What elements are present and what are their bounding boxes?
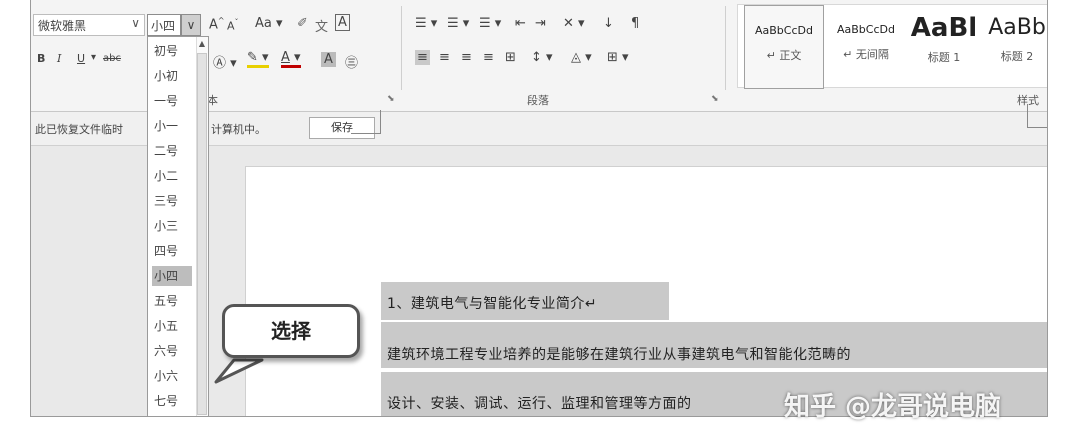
separator: [401, 6, 402, 90]
underline-dropdown-icon[interactable]: ▾: [91, 52, 96, 63]
line-spacing-icon[interactable]: ↕ ▾: [531, 50, 553, 65]
font-size-option[interactable]: 二号: [152, 141, 192, 161]
numbering-icon[interactable]: ☰ ▾: [447, 16, 469, 31]
doc-paragraph-line[interactable]: 建筑环境工程专业培养的是能够在建筑行业从事建筑电气和智能化范畴的: [387, 344, 851, 364]
font-size-combo[interactable]: 小四: [147, 14, 181, 36]
style-heading-2[interactable]: AaBb 标题 2: [982, 5, 1047, 89]
font-size-option[interactable]: 小二: [152, 166, 192, 186]
font-size-option[interactable]: 初号: [152, 41, 192, 61]
font-size-option[interactable]: 七号: [152, 391, 192, 411]
sort-icon[interactable]: ↓: [603, 16, 614, 31]
style-heading-1[interactable]: AaBl 标题 1: [904, 5, 984, 89]
change-case-button[interactable]: Aa ▾: [255, 16, 283, 31]
align-right-icon[interactable]: ≡: [461, 50, 472, 65]
style-name: ↵ 正文: [766, 49, 802, 62]
separator: [725, 6, 726, 90]
style-preview: AaBbCcDd: [755, 24, 813, 37]
chinese-layout-icon[interactable]: ✕ ▾: [563, 16, 585, 31]
shrink-font-button[interactable]: Aˇ: [227, 18, 239, 33]
multilevel-list-icon[interactable]: ☰ ▾: [479, 16, 501, 31]
scrollbar[interactable]: ▲: [196, 37, 208, 416]
italic-button[interactable]: I: [57, 52, 61, 65]
font-size-list: 初号 小初 一号 小一 二号 小二 三号 小三 四号 小四 五号 小五 六号 小…: [147, 36, 209, 416]
bold-button[interactable]: B: [37, 52, 45, 65]
font-size-option[interactable]: 四号: [152, 241, 192, 261]
font-name-combo[interactable]: 微软雅黑 ∨: [33, 14, 145, 36]
scrollbar-thumb[interactable]: [197, 53, 207, 415]
char-shading-icon[interactable]: A: [321, 52, 336, 67]
margin-corner-mark: [351, 110, 381, 134]
info-text: 此已恢复文件临时: [35, 123, 123, 136]
font-name-value: 微软雅黑: [38, 19, 87, 33]
font-size-option[interactable]: 六号: [152, 341, 192, 361]
decrease-indent-icon[interactable]: ⇤: [515, 16, 526, 31]
underline-button[interactable]: U: [77, 52, 85, 65]
watermark: 知乎 @龙哥说电脑: [784, 392, 1002, 422]
text-effects-icon[interactable]: Ⓐ ▾: [213, 52, 237, 71]
borders-icon[interactable]: ⊞ ▾: [607, 50, 629, 65]
font-dialog-launcher-icon[interactable]: ⬊: [387, 94, 395, 104]
grow-font-button[interactable]: A^: [209, 16, 225, 32]
style-normal[interactable]: AaBbCcDd ↵ 正文: [744, 5, 824, 89]
scroll-up-arrow-icon[interactable]: ▲: [197, 39, 207, 51]
align-center-icon[interactable]: ≡: [439, 50, 450, 65]
style-name: ↵ 无间隔: [843, 48, 889, 61]
font-size-option[interactable]: 小六: [152, 366, 192, 386]
font-size-option[interactable]: 三号: [152, 191, 192, 211]
font-size-dropdown-button[interactable]: ∨: [181, 14, 201, 36]
style-name: 标题 1: [927, 51, 961, 64]
clear-format-icon[interactable]: ✐: [297, 16, 308, 31]
show-marks-icon[interactable]: ¶: [631, 16, 639, 31]
font-size-option[interactable]: 小五: [152, 316, 192, 336]
chevron-down-icon[interactable]: ∨: [131, 16, 140, 30]
style-preview: AaBb: [988, 15, 1046, 40]
doc-heading[interactable]: 1、建筑电气与智能化专业简介↵: [387, 293, 597, 313]
font-size-option[interactable]: 一号: [152, 91, 192, 111]
margin-corner-mark: [1027, 104, 1047, 128]
callout-annotation: 选择: [222, 304, 362, 364]
doc-paragraph-line[interactable]: 设计、安装、调试、运行、监理和管理等方面的: [387, 393, 692, 413]
enclose-char-icon[interactable]: ㊂: [345, 52, 358, 71]
font-size-option[interactable]: 小三: [152, 216, 192, 236]
paragraph-group-label: 段落: [527, 94, 549, 107]
style-name: 标题 2: [1000, 50, 1034, 63]
info-text: 计算机中。: [211, 123, 266, 136]
font-size-option[interactable]: 小一: [152, 116, 192, 136]
chevron-down-icon: ∨: [186, 18, 196, 32]
align-left-icon[interactable]: ≡: [415, 50, 430, 65]
word-window: 微软雅黑 ∨ 小四 ∨ A^ Aˇ Aa ▾ ✐ 文 A B I U ▾ abc…: [30, 0, 1048, 417]
distributed-icon[interactable]: ⊞: [505, 50, 516, 65]
style-preview: AaBbCcDd: [837, 23, 895, 36]
callout-text: 选择: [222, 304, 360, 358]
highlight-icon[interactable]: ✎ ▾: [247, 50, 269, 68]
strikethrough-button[interactable]: abc: [103, 53, 121, 64]
font-size-option[interactable]: 小初: [152, 66, 192, 86]
font-size-option[interactable]: 五号: [152, 291, 192, 311]
phonetic-guide-icon[interactable]: 文: [315, 16, 328, 35]
font-color-icon[interactable]: A ▾: [281, 50, 301, 68]
char-border-button[interactable]: A: [335, 14, 350, 31]
font-size-value: 小四: [151, 19, 176, 33]
style-preview: AaBl: [910, 13, 978, 43]
font-size-option-selected[interactable]: 小四: [152, 266, 192, 286]
style-no-spacing[interactable]: AaBbCcDd ↵ 无间隔: [826, 5, 906, 89]
bullets-icon[interactable]: ☰ ▾: [415, 16, 437, 31]
shading-icon[interactable]: ◬ ▾: [571, 50, 592, 65]
justify-icon[interactable]: ≡: [483, 50, 494, 65]
styles-gallery: AaBbCcDd ↵ 正文 AaBbCcDd ↵ 无间隔 AaBl 标题 1 A…: [737, 4, 1047, 89]
paragraph-dialog-launcher-icon[interactable]: ⬊: [711, 94, 719, 104]
increase-indent-icon[interactable]: ⇥: [535, 16, 546, 31]
